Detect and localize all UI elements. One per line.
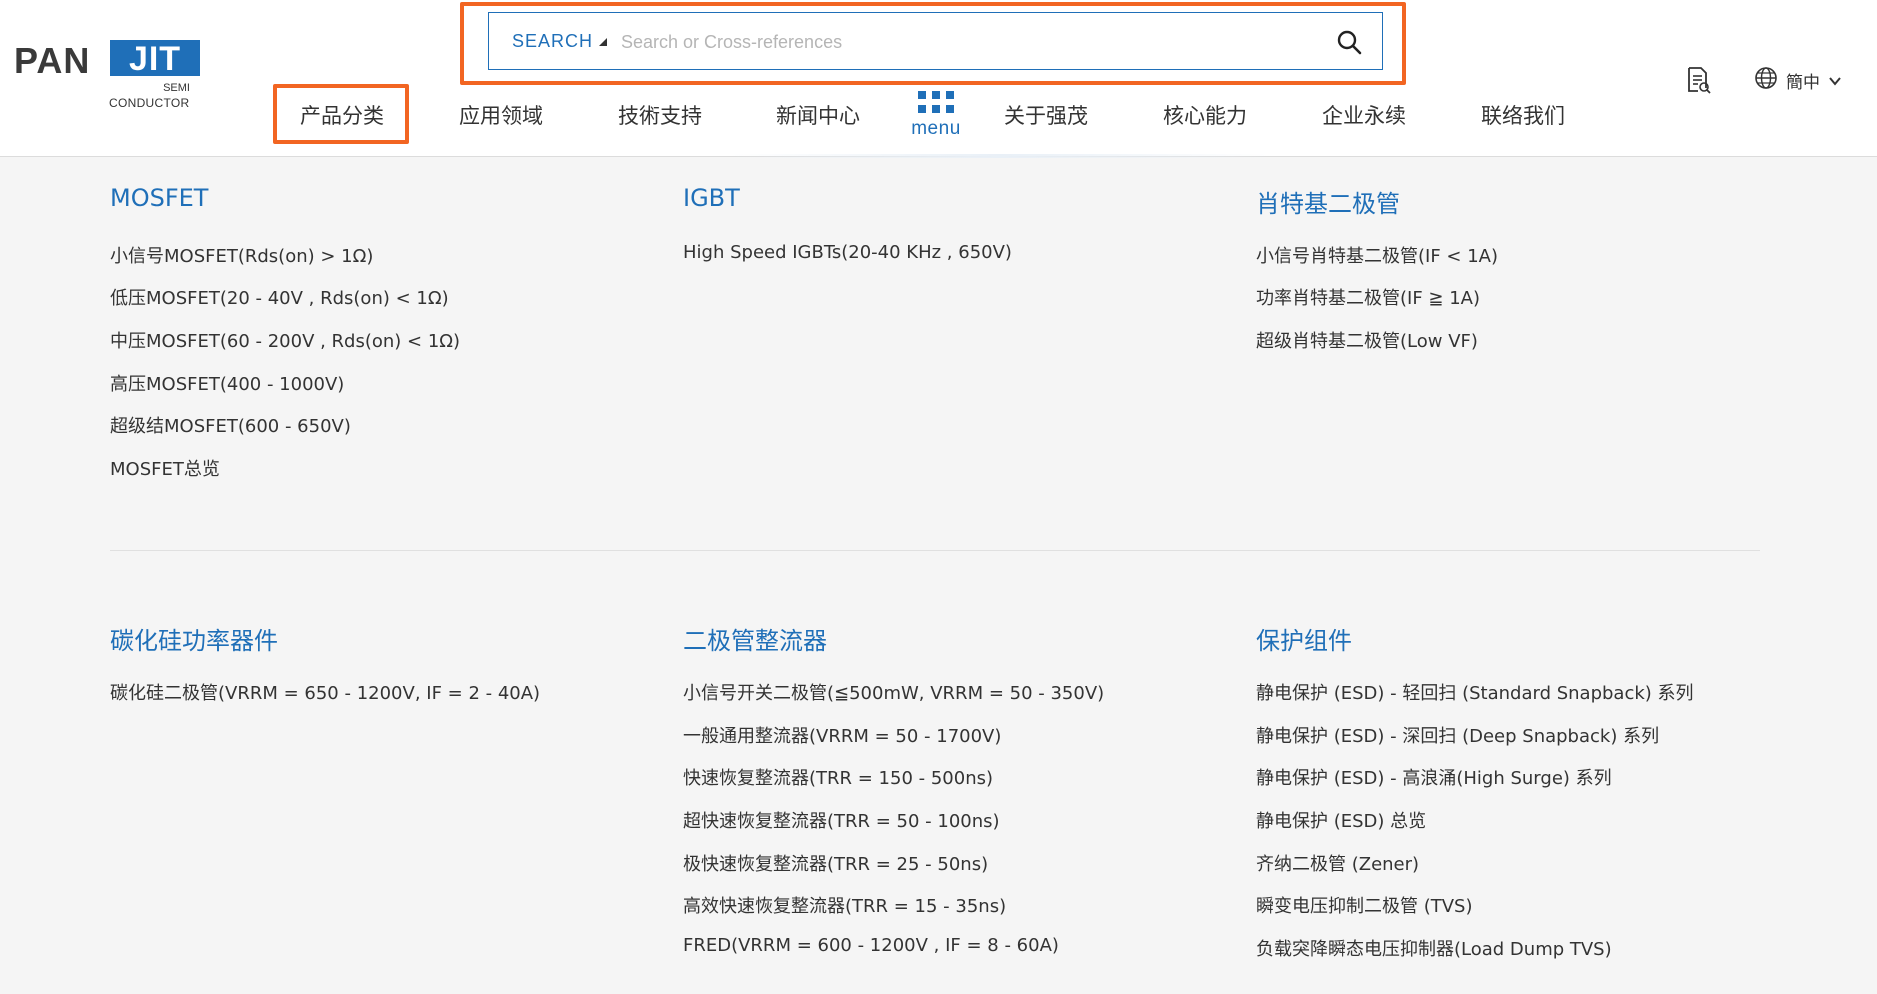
caret-icon: [599, 38, 608, 47]
document-icon[interactable]: [1685, 66, 1711, 94]
category-link[interactable]: 高效快速恢复整流器(TRR = 15 - 35ns): [683, 892, 1006, 918]
search-icon[interactable]: [1336, 29, 1362, 55]
logo-conductor-text: CONDUCTOR: [109, 96, 190, 110]
category-link[interactable]: 负载突降瞬态电压抑制器(Load Dump TVS): [1256, 935, 1612, 961]
nav-item-applications[interactable]: 应用领域: [459, 100, 543, 130]
category-title-sic[interactable]: 碳化硅功率器件: [110, 621, 278, 656]
logo-jit-text: JIT: [110, 40, 200, 78]
nav-item-capabilities[interactable]: 核心能力: [1163, 100, 1247, 130]
category-link[interactable]: FRED(VRRM = 600 - 1200V , IF = 8 - 60A): [683, 935, 1059, 956]
category-link[interactable]: 极快速恢复整流器(TRR = 25 - 50ns): [683, 850, 988, 876]
logo-pan-text: PAN: [14, 40, 91, 81]
nav-item-tech-support[interactable]: 技術支持: [618, 100, 702, 130]
search-type-label: SEARCH: [512, 31, 594, 51]
category-link[interactable]: 快速恢复整流器(TRR = 150 - 500ns): [683, 764, 993, 790]
language-label: 簡中: [1786, 72, 1820, 93]
nav-item-about[interactable]: 关于强茂: [1004, 100, 1088, 130]
menu-label: menu: [911, 118, 961, 139]
category-link[interactable]: 静电保护 (ESD) - 深回扫 (Deep Snapback) 系列: [1256, 722, 1659, 748]
search-input[interactable]: [619, 25, 1303, 59]
logo-semi-text: SEMI: [163, 82, 190, 94]
category-link[interactable]: 一般通用整流器(VRRM = 50 - 1700V): [683, 722, 1001, 748]
category-link[interactable]: 瞬变电压抑制二极管 (TVS): [1256, 892, 1473, 918]
section-divider: [110, 550, 1760, 551]
category-link[interactable]: 中压MOSFET(60 - 200V , Rds(on) < 1Ω): [110, 327, 460, 353]
nav-item-news[interactable]: 新闻中心: [776, 100, 860, 130]
language-selector[interactable]: 簡中: [1754, 66, 1842, 94]
category-link[interactable]: 齐纳二极管 (Zener): [1256, 850, 1419, 876]
category-title-schottky[interactable]: 肖特基二极管: [1256, 184, 1400, 219]
category-link[interactable]: 超快速恢复整流器(TRR = 50 - 100ns): [683, 807, 1000, 833]
category-title-protection[interactable]: 保护组件: [1256, 621, 1352, 656]
category-title-rectifiers[interactable]: 二极管整流器: [683, 621, 827, 656]
category-link[interactable]: 静电保护 (ESD) - 轻回扫 (Standard Snapback) 系列: [1256, 679, 1694, 705]
category-link[interactable]: 高压MOSFET(400 - 1000V): [110, 370, 344, 396]
search-bar: SEARCH: [488, 12, 1383, 70]
category-link[interactable]: 小信号肖特基二极管(IF < 1A): [1256, 242, 1498, 268]
menu-button[interactable]: menu: [906, 88, 966, 144]
category-link[interactable]: 静电保护 (ESD) - 高浪涌(High Surge) 系列: [1256, 764, 1612, 790]
panjit-logo[interactable]: PAN JIT SEMI CONDUCTOR: [14, 36, 200, 112]
category-link[interactable]: 碳化硅二极管(VRRM = 650 - 1200V, IF = 2 - 40A): [110, 679, 540, 705]
nav-item-contact[interactable]: 联络我们: [1481, 100, 1565, 130]
category-link[interactable]: 超级肖特基二极管(Low VF): [1256, 327, 1478, 353]
nav-item-sustainability[interactable]: 企业永续: [1322, 100, 1406, 130]
search-type-dropdown[interactable]: SEARCH: [512, 31, 608, 52]
nav-item-products[interactable]: 产品分类: [300, 100, 384, 130]
site-header: PAN JIT SEMI CONDUCTOR SEARCH 产品分类 应用领域 …: [0, 0, 1877, 158]
category-link[interactable]: MOSFET总览: [110, 455, 220, 481]
globe-icon: [1754, 66, 1778, 94]
category-link[interactable]: 小信号开关二极管(≦500mW, VRRM = 50 - 350V): [683, 679, 1104, 705]
category-link[interactable]: 超级结MOSFET(600 - 650V): [110, 412, 351, 438]
category-link[interactable]: 静电保护 (ESD) 总览: [1256, 807, 1426, 833]
chevron-down-icon: [1828, 73, 1842, 87]
category-link[interactable]: 小信号MOSFET(Rds(on) > 1Ω): [110, 242, 373, 268]
category-title-igbt[interactable]: IGBT: [683, 184, 740, 212]
category-title-mosfet[interactable]: MOSFET: [110, 184, 208, 212]
grid-menu-icon: [918, 91, 954, 113]
header-accent-line: [730, 154, 1270, 158]
category-link[interactable]: High Speed IGBTs(20-40 KHz , 650V): [683, 242, 1012, 263]
category-link[interactable]: 功率肖特基二极管(IF ≧ 1A): [1256, 284, 1480, 310]
category-link[interactable]: 低压MOSFET(20 - 40V , Rds(on) < 1Ω): [110, 284, 449, 310]
